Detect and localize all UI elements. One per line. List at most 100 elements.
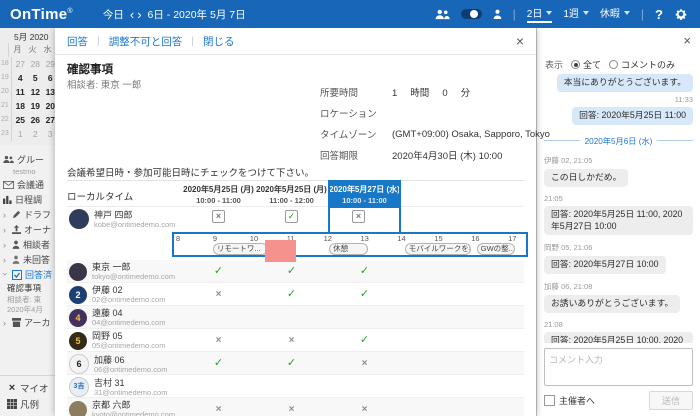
next-day-button[interactable]: › xyxy=(137,8,141,21)
availability-mark xyxy=(255,306,328,328)
attendee-email: kyoto@ontimedemo.com xyxy=(92,410,175,416)
calendar-day[interactable]: 5 xyxy=(28,71,43,85)
display-toggle[interactable] xyxy=(461,9,482,19)
help-button[interactable]: ? xyxy=(655,7,663,22)
calendar-day[interactable]: 26 xyxy=(28,113,43,127)
date-divider: 2020年5月6日 (水) xyxy=(544,135,693,147)
attendee-email: 06@ontimedemo.com xyxy=(94,365,167,374)
sidebar-answered-item-organizer: 相談者: 東 xyxy=(0,295,55,305)
person-icon[interactable] xyxy=(493,9,502,19)
display-filter: 表示 全て コメントのみ xyxy=(545,58,698,71)
calendar-event: リモートワ... xyxy=(213,243,268,255)
field-duration: 所要時間 1時間0分 xyxy=(320,86,550,98)
self-name: 神戸 四郎 xyxy=(94,210,175,220)
chat-bubble: 回答: 2020年5月25日 11:00, 2020年5月27日 10:00 xyxy=(544,206,693,236)
avatar: 6 xyxy=(69,354,89,374)
mini-calendar: 5月 2020 月 火 水 18272829194562011121321181… xyxy=(0,28,55,145)
bar-chart-icon xyxy=(3,195,12,204)
slot-checkbox[interactable]: × xyxy=(212,210,225,223)
sidebar-item-my-options[interactable]: × マイオ xyxy=(4,380,55,396)
duration-minutes-value: 0 xyxy=(442,88,447,99)
gear-icon[interactable] xyxy=(674,7,688,21)
sidebar-item-draft[interactable]: › ドラフ xyxy=(0,207,55,222)
sidebar-item-answered[interactable]: › 回答済 xyxy=(0,267,55,282)
calendar-day[interactable]: 19 xyxy=(28,99,43,113)
comment-input[interactable] xyxy=(544,348,693,386)
sidebar-footer: × マイオ 凡例 xyxy=(0,375,55,416)
group-icon xyxy=(3,155,14,164)
attendee-row: 京都 六郎 kyoto@ontimedemo.com × × × xyxy=(67,398,524,416)
close-icon[interactable]: × xyxy=(516,34,524,48)
view-vacation-button[interactable]: 休暇 xyxy=(600,5,630,23)
timeline-hour-label: 12 xyxy=(324,234,332,243)
calendar-day[interactable]: 2 xyxy=(28,127,43,141)
sidebar-item-meeting[interactable]: 会議通 xyxy=(0,177,55,192)
sidebar-item-archive[interactable]: › アーカ xyxy=(0,315,55,330)
sidebar-item-group[interactable]: グルー xyxy=(0,152,55,167)
radio-comments-only[interactable]: コメントのみ xyxy=(609,58,675,71)
timeline-hour-label: 9 xyxy=(213,234,217,243)
chat-bubble: 本当にありがとうございます。 xyxy=(557,74,693,92)
sidebar-item-consultant[interactable]: › 相談者 xyxy=(0,237,55,252)
to-organizer-checkbox[interactable] xyxy=(544,395,555,406)
chat-label: 岡野 05, 21:06 xyxy=(544,242,592,253)
people-icon[interactable] xyxy=(435,9,450,20)
sidebar-answered-item-title[interactable]: 確認事項 xyxy=(0,282,55,295)
week-number: 19 xyxy=(1,71,12,85)
calendar-day[interactable]: 11 xyxy=(13,85,28,99)
slots-header-row: ローカルタイム 2020年5月25日 (月) 10:00 - 11:00 202… xyxy=(67,180,524,207)
sidebar-item-owner[interactable]: › オーナ xyxy=(0,222,55,237)
x-icon: × xyxy=(7,382,17,394)
attendee-name: 吉村 31 xyxy=(94,378,167,388)
calendar-day[interactable]: 4 xyxy=(13,71,28,85)
field-location: ロケーション xyxy=(320,107,550,119)
slot-column-header[interactable]: 2020年5月25日 (月) 10:00 - 11:00 xyxy=(182,181,255,208)
slot-checkbox[interactable]: ✓ xyxy=(285,210,298,223)
attendee-email: 04@ontimedemo.com xyxy=(92,318,165,327)
slot-column-header-selected[interactable]: 2020年5月27日 (水) 10:00 - 11:00 xyxy=(328,181,401,208)
check-square-icon xyxy=(12,270,22,280)
availability-mark: × xyxy=(182,329,255,351)
chat-bubble: お誘いありがとうございます。 xyxy=(544,295,680,313)
today-button[interactable]: 今日 xyxy=(103,7,124,22)
calendar-day[interactable]: 27 xyxy=(13,57,28,71)
respond-button[interactable]: 回答 xyxy=(67,34,88,49)
availability-mark: × xyxy=(255,329,328,351)
field-deadline: 回答期限 2020年4月30日 (木) 10:00 xyxy=(320,149,550,161)
comment-input-area: 主催者へ 送信 xyxy=(537,343,700,416)
chevron-right-icon: › xyxy=(3,210,9,220)
view-1week-button[interactable]: 1週 xyxy=(563,5,589,23)
calendar-day[interactable]: 1 xyxy=(13,127,28,141)
calendar-event: GWの整... xyxy=(477,243,516,255)
prev-day-button[interactable]: ‹ xyxy=(130,8,134,21)
sidebar-item-unanswered[interactable]: › 未回答 xyxy=(0,252,55,267)
week-number: 22 xyxy=(1,113,12,127)
close-button[interactable]: 閉じる xyxy=(203,34,235,49)
avatar: 4 xyxy=(69,309,87,327)
attendee-row: 3吉 吉村 31 31@ontimedemo.com xyxy=(67,375,524,398)
sidebar-item-schedule[interactable]: 日程調 xyxy=(0,192,55,207)
slot-checkbox[interactable]: × xyxy=(352,210,365,223)
availability-mark: × xyxy=(328,398,401,416)
view-2day-button[interactable]: 2日 xyxy=(527,5,553,23)
attendee-name: 加藤 06 xyxy=(94,355,167,365)
timeline-hour-label: 8 xyxy=(176,234,180,243)
calendar-day[interactable]: 12 xyxy=(28,85,43,99)
close-icon[interactable]: × xyxy=(683,34,691,47)
chat-label: 21:08 xyxy=(544,320,563,329)
calendar-day[interactable]: 28 xyxy=(28,57,43,71)
calendar-day[interactable]: 18 xyxy=(13,99,28,113)
slot-column-header[interactable]: 2020年5月25日 (月) 11:00 - 12:00 xyxy=(255,181,328,208)
radio-all[interactable]: 全て xyxy=(571,58,601,71)
availability-mark xyxy=(328,375,401,397)
send-button[interactable]: 送信 xyxy=(649,391,693,410)
respond-unavailable-button[interactable]: 調整不可と回答 xyxy=(109,34,183,49)
availability-mark: × xyxy=(182,283,255,305)
conflict-block xyxy=(265,240,296,262)
calendar-event: 休憩 xyxy=(329,243,368,255)
attendee-email: 02@ontimedemo.com xyxy=(92,295,165,304)
calendar-day[interactable]: 25 xyxy=(13,113,28,127)
chat-bubble: 回答: 2020年5月25日 11:00 xyxy=(572,107,693,125)
sidebar-item-legend[interactable]: 凡例 xyxy=(4,396,55,412)
attendee-name: 岡野 05 xyxy=(92,331,165,341)
